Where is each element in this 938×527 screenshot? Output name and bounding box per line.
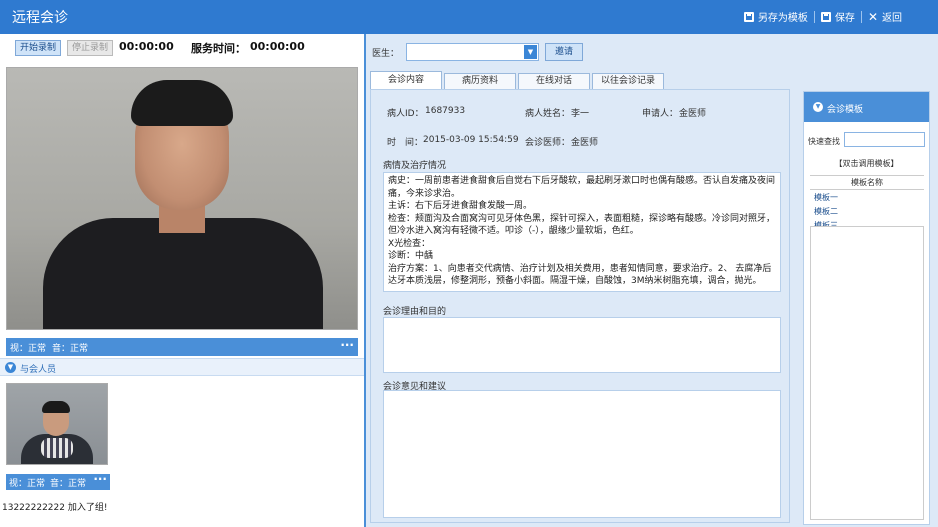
video-status: 视：正常	[10, 344, 47, 354]
more-options-icon[interactable]: ···	[340, 338, 354, 352]
history-line: X光检查：	[388, 238, 431, 249]
close-icon: ✕	[867, 9, 878, 24]
template-column-header: 模板名称	[810, 176, 924, 190]
divider	[813, 10, 815, 23]
attendees-label: 与会人员	[20, 365, 57, 375]
attendees-header[interactable]: ▼ 与会人员	[0, 358, 364, 376]
doctor-select[interactable]: ▼	[406, 43, 539, 61]
tab-bar: 会诊内容 病历资料 在线对话 以往会诊记录	[370, 71, 664, 89]
service-time-label: 服务时间：	[191, 42, 246, 55]
main-video-status: 视：正常 音：正常 ···	[6, 338, 358, 356]
consult-time: 2015-03-09 15:54:59	[423, 135, 519, 145]
attendee-video[interactable]	[6, 383, 108, 465]
time-label: 时 间：	[387, 138, 424, 148]
template-panel: ▼ 会诊模板 快速查找 【双击调用模板】 模板名称 模板一 模板二 模板三	[803, 91, 930, 525]
video-person-body	[43, 218, 323, 329]
audio-status: 音：正常	[52, 344, 89, 354]
divider	[860, 10, 862, 23]
save-icon	[820, 11, 831, 22]
service-timer: 00:00:00	[250, 40, 305, 53]
opinion-textarea[interactable]	[383, 390, 781, 518]
video-person-hair	[131, 80, 233, 126]
consult-doctor-label: 会诊医师：	[525, 138, 571, 148]
attendee-video-status: 视：正常 音：正常 ···	[6, 472, 110, 490]
save-button[interactable]: 保存	[820, 9, 855, 24]
chevron-down-icon: ▼	[524, 45, 537, 59]
video-panel: 开始录制 停止录制 00:00:00 服务时间： 00:00:00 视：正常 音…	[0, 34, 366, 527]
history-line: 病史：一周前患者进食甜食后自觉右下后牙酸软，最起刷牙漱口时也偶有酸感。否认自发痛…	[388, 176, 776, 199]
chevron-down-icon: ▼	[5, 362, 16, 373]
tab-past-consultations[interactable]: 以往会诊记录	[592, 73, 664, 89]
attendee-person-body	[21, 434, 93, 464]
tab-consultation-content[interactable]: 会诊内容	[370, 71, 442, 89]
tab-online-chat[interactable]: 在线对话	[518, 73, 590, 89]
applicant: 金医师	[679, 109, 707, 119]
save-as-template-button[interactable]: 另存为模板	[743, 9, 808, 24]
attendee-person-hair	[42, 401, 70, 413]
patient-name: 李一	[571, 109, 590, 119]
main-video[interactable]	[6, 67, 358, 330]
stop-recording-button[interactable]: 停止录制	[67, 40, 114, 56]
save-as-template-label: 另存为模板	[757, 13, 808, 24]
audio-status: 音：正常	[50, 479, 87, 489]
join-message: 13222222222 加入了组!	[2, 503, 108, 513]
template-hint: 【双击调用模板】	[834, 159, 899, 168]
reason-textarea[interactable]	[383, 317, 781, 373]
more-options-icon[interactable]: ···	[93, 472, 107, 486]
tab-medical-records[interactable]: 病历资料	[444, 73, 516, 89]
template-item[interactable]: 模板一	[810, 190, 924, 204]
history-line: 治疗方案：1、向患者交代病情、治疗计划及相关费用，患者知情同意，要求治疗。2、 …	[388, 263, 772, 287]
patient-name-label: 病人姓名：	[525, 109, 571, 119]
reason-title: 会诊理由和目的	[383, 307, 447, 317]
invite-button[interactable]: 邀请	[545, 43, 583, 61]
title-actions: 另存为模板 保存 ✕ 返回	[743, 9, 902, 25]
template-list-area	[810, 226, 924, 520]
history-title: 病情及治疗情况	[383, 161, 447, 171]
template-header[interactable]: ▼ 会诊模板	[804, 92, 929, 122]
consultation-content: 病人ID： 1687933 病人姓名： 李一 申请人： 金医师 时 间： 201…	[370, 89, 790, 523]
back-label: 返回	[882, 13, 902, 24]
record-timer: 00:00:00	[119, 40, 174, 53]
history-line: 主诉：右下后牙进食甜食发酸一周。	[388, 201, 533, 211]
consultation-panel: 医生： ▼ 邀请 会诊内容 病历资料 在线对话 以往会诊记录 病人ID： 168…	[366, 34, 938, 527]
start-recording-button[interactable]: 开始录制	[15, 40, 62, 56]
applicant-label: 申请人：	[642, 109, 679, 119]
consult-doctor: 金医师	[571, 138, 599, 148]
patient-id: 1687933	[425, 106, 466, 116]
history-line: 诊断：中龋	[388, 251, 434, 261]
patient-id-label: 病人ID：	[387, 109, 424, 119]
doctor-label: 医生：	[372, 49, 400, 59]
quick-search-label: 快速查找	[808, 137, 840, 146]
recording-bar: 开始录制 停止录制 00:00:00 服务时间： 00:00:00	[0, 34, 364, 62]
save-label: 保存	[834, 13, 855, 24]
history-line: 检查：颊面沟及合面窝沟可见牙体色黑，探针可探入，表面粗糙，探诊略有酸感。冷诊同对…	[388, 213, 776, 237]
back-button[interactable]: ✕ 返回	[867, 9, 902, 25]
title-bar: 远程会诊 另存为模板 保存 ✕ 返回	[0, 0, 938, 34]
chevron-down-icon: ▼	[813, 102, 823, 112]
save-icon	[743, 11, 754, 22]
template-header-label: 会诊模板	[827, 105, 864, 115]
template-table: 模板名称 模板一 模板二 模板三	[810, 175, 924, 232]
window-title: 远程会诊	[12, 10, 68, 26]
quick-search-input[interactable]	[844, 132, 925, 147]
template-item[interactable]: 模板二	[810, 204, 924, 218]
history-textarea[interactable]: 病史：一周前患者进食甜食后自觉右下后牙酸软，最起刷牙漱口时也偶有酸感。否认自发痛…	[383, 172, 781, 292]
video-status: 视：正常	[9, 479, 46, 489]
